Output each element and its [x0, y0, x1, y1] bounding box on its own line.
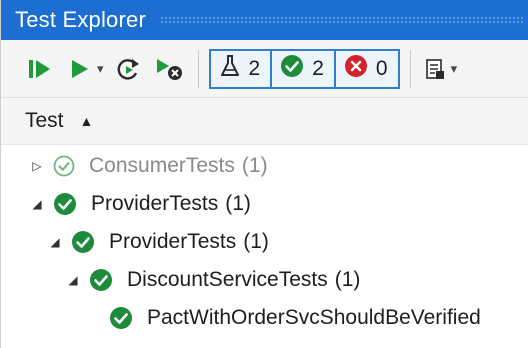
toolbar-separator: [197, 49, 199, 88]
run-all-button[interactable]: [23, 51, 57, 87]
repeat-last-run-button[interactable]: [112, 51, 146, 87]
toolbar: ▾ 2 2 0 ▾: [1, 40, 528, 98]
title-bar[interactable]: Test Explorer: [1, 0, 528, 40]
failed-tests-filter[interactable]: 0: [333, 50, 398, 87]
column-header-label: Test: [25, 109, 64, 132]
toolbar-separator: [409, 49, 411, 88]
tree-row-count: (1): [241, 154, 268, 177]
total-tests-count: 2: [248, 56, 261, 80]
run-icon: [69, 57, 91, 81]
tree-row-label: ProviderTests: [91, 192, 219, 215]
playlist-button[interactable]: [421, 51, 449, 87]
tree-row-label: ConsumerTests: [89, 154, 235, 177]
passed-tests-filter[interactable]: 2: [270, 50, 334, 87]
test-column-header[interactable]: Test ▲: [1, 98, 528, 144]
cancel-run-button[interactable]: [152, 51, 188, 87]
total-tests-filter[interactable]: 2: [210, 50, 271, 87]
passed-icon: [71, 230, 95, 254]
tree-row-consumer-tests[interactable]: ▷ ConsumerTests (1): [1, 147, 528, 185]
window-title: Test Explorer: [15, 7, 146, 32]
collapse-icon[interactable]: ◢: [31, 197, 43, 211]
title-bar-grip: [159, 15, 524, 25]
playlist-icon: [424, 57, 446, 81]
tree-row-label: PactWithOrderSvcShouldBeVerified: [147, 306, 481, 329]
tree-row-count: (1): [225, 192, 251, 215]
tree-row-discount-service-tests[interactable]: ◢ DiscountServiceTests (1): [1, 261, 528, 299]
test-tree: ▷ ConsumerTests (1) ◢ ProviderTests (1): [1, 144, 528, 348]
playlist-dropdown-caret[interactable]: ▾: [451, 61, 458, 77]
passed-tests-count: 2: [312, 56, 324, 80]
outcome-filter-group: 2 2 0: [208, 48, 400, 89]
passed-outline-icon: [53, 155, 75, 177]
passed-icon: [53, 192, 77, 216]
passed-icon: [280, 54, 304, 84]
tree-row-label: DiscountServiceTests: [127, 268, 328, 291]
tree-row-pact-test[interactable]: PactWithOrderSvcShouldBeVerified: [1, 299, 528, 337]
test-explorer-window: Test Explorer ▾ 2 2 0 ▾ Test ▲ ▷ Consume…: [0, 0, 528, 348]
run-all-icon: [27, 57, 53, 81]
run-dropdown-caret[interactable]: ▾: [97, 61, 104, 77]
tree-row-label: ProviderTests: [109, 230, 237, 253]
tree-row-provider-tests[interactable]: ◢ ProviderTests (1): [1, 185, 528, 223]
tree-row-count: (1): [243, 230, 269, 253]
tree-row-provider-tests-namespace[interactable]: ◢ ProviderTests (1): [1, 223, 528, 261]
expand-icon[interactable]: ▷: [31, 159, 43, 173]
run-button[interactable]: [65, 51, 95, 87]
passed-icon: [109, 306, 133, 330]
repeat-last-run-icon: [115, 56, 143, 82]
tree-row-count: (1): [334, 268, 361, 291]
flask-icon: [219, 53, 241, 85]
passed-icon: [89, 268, 113, 292]
collapse-icon[interactable]: ◢: [49, 235, 61, 249]
cancel-run-icon: [155, 56, 185, 82]
failed-icon: [344, 54, 368, 84]
sort-ascending-icon: ▲: [79, 113, 94, 129]
failed-tests-count: 0: [375, 56, 388, 80]
collapse-icon[interactable]: ◢: [67, 273, 79, 287]
